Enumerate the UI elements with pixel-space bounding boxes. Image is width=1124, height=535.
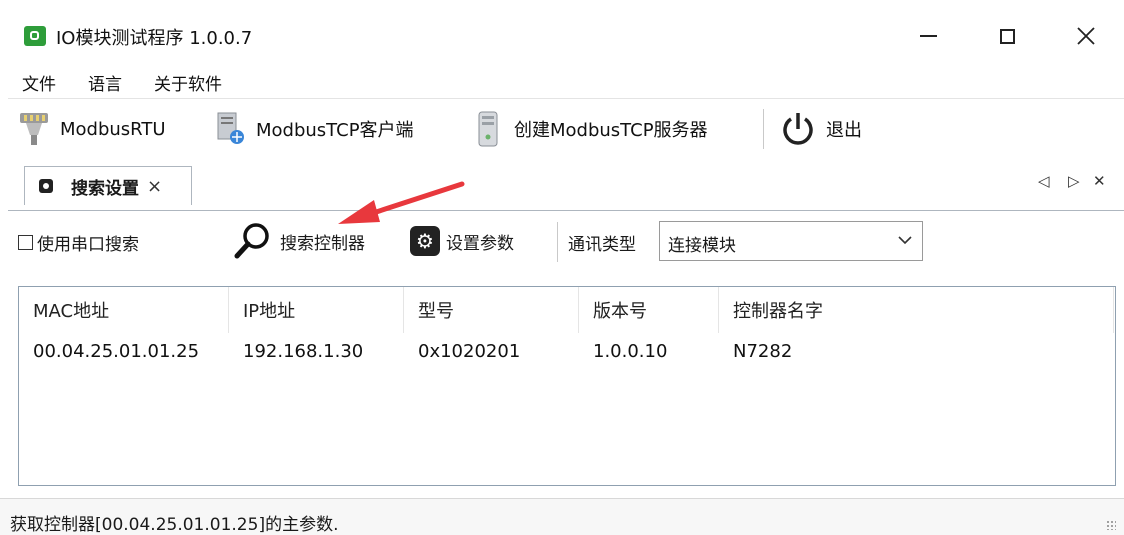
comm-type-label: 通讯类型 xyxy=(568,235,636,255)
settings-tab-icon xyxy=(39,179,53,193)
resize-grip-icon[interactable] xyxy=(1106,520,1116,530)
set-parameters-label: 设置参数 xyxy=(446,233,514,254)
column-header-name[interactable]: 控制器名字 xyxy=(719,287,1114,333)
column-header-version[interactable]: 版本号 xyxy=(579,287,719,333)
comm-type-value: 连接模块 xyxy=(668,236,736,256)
modbus-tcp-client-button[interactable]: ModbusTCP客户端 xyxy=(212,107,414,151)
maximize-button[interactable] xyxy=(977,14,1037,58)
annotation-arrow xyxy=(338,181,465,224)
search-icon xyxy=(234,223,269,259)
use-serial-checkbox[interactable] xyxy=(18,235,33,250)
gear-icon: ⚙ xyxy=(410,226,440,256)
minimize-button[interactable] xyxy=(898,14,958,58)
use-serial-label: 使用串口搜索 xyxy=(37,235,139,255)
minimize-icon xyxy=(919,35,937,37)
close-icon xyxy=(1077,27,1095,45)
menu-file[interactable]: 文件 xyxy=(22,70,56,95)
toolbar: ModbusRTU ModbusTCP客户端 创建ModbusTCP服务器 退出 xyxy=(8,98,1124,161)
search-separator xyxy=(557,222,558,262)
close-window-button[interactable] xyxy=(1056,14,1116,58)
tab-scroll-right-icon[interactable]: ▷ xyxy=(1068,172,1080,190)
toolbar-separator xyxy=(763,109,764,149)
tab-scroll-left-icon[interactable]: ◁ xyxy=(1038,172,1050,190)
modbus-tcp-client-label: ModbusTCP客户端 xyxy=(256,120,414,141)
cell-model: 0x1020201 xyxy=(418,340,521,362)
tab-underline xyxy=(8,210,1124,211)
app-icon xyxy=(24,26,46,46)
modbus-rtu-button[interactable]: ModbusRTU xyxy=(16,107,166,151)
column-header-model[interactable]: 型号 xyxy=(404,287,579,333)
tab-search-settings[interactable]: 搜索设置 × xyxy=(24,166,192,205)
cell-version: 1.0.0.10 xyxy=(593,340,668,362)
search-controller-label: 搜索控制器 xyxy=(280,233,365,254)
exit-button[interactable]: 退出 xyxy=(778,107,862,151)
list-header: MAC地址 IP地址 型号 版本号 控制器名字 xyxy=(19,287,1115,333)
app-window: IO模块测试程序 1.0.0.7 文件 语言 关于软件 ModbusRTU Mo… xyxy=(0,0,1124,535)
title-bar: IO模块测试程序 1.0.0.7 xyxy=(0,0,1124,62)
cell-name: N7282 xyxy=(733,340,793,362)
create-tcp-server-button[interactable]: 创建ModbusTCP服务器 xyxy=(470,107,708,151)
column-header-ip[interactable]: IP地址 xyxy=(229,287,404,333)
maximize-icon xyxy=(999,28,1015,44)
cell-ip: 192.168.1.30 xyxy=(243,340,364,362)
use-serial-checkbox-group[interactable]: 使用串口搜索 xyxy=(18,230,139,255)
status-bar: 获取控制器[00.04.25.01.01.25]的主参数. xyxy=(0,498,1124,535)
tab-close-all-icon[interactable]: ✕ xyxy=(1093,172,1106,190)
serial-connector-icon xyxy=(20,113,48,145)
table-row[interactable]: 00.04.25.01.01.25 192.168.1.30 0x1020201… xyxy=(19,333,1115,369)
cell-mac: 00.04.25.01.01.25 xyxy=(33,340,200,362)
tab-strip: 搜索设置 × ◁ ▷ ✕ xyxy=(0,160,1124,212)
modbus-rtu-label: ModbusRTU xyxy=(60,118,166,140)
exit-label: 退出 xyxy=(826,120,862,141)
server-icon xyxy=(478,111,498,147)
menu-language[interactable]: 语言 xyxy=(88,70,122,95)
tab-close-icon[interactable]: × xyxy=(147,176,162,197)
controller-list[interactable]: MAC地址 IP地址 型号 版本号 控制器名字 00.04.25.01.01.2… xyxy=(18,286,1116,486)
menu-about[interactable]: 关于软件 xyxy=(154,70,222,95)
window-title: IO模块测试程序 1.0.0.7 xyxy=(56,28,253,49)
tab-label: 搜索设置 xyxy=(71,178,139,199)
power-icon xyxy=(783,113,813,145)
column-header-mac[interactable]: MAC地址 xyxy=(19,287,229,333)
network-client-icon xyxy=(217,112,244,144)
create-tcp-server-label: 创建ModbusTCP服务器 xyxy=(514,120,708,141)
comm-type-select[interactable]: 连接模块 xyxy=(659,221,923,261)
status-text: 获取控制器[00.04.25.01.01.25]的主参数. xyxy=(10,515,339,535)
menu-bar: 文件 语言 关于软件 xyxy=(0,62,1124,96)
chevron-down-icon xyxy=(898,236,912,245)
search-toolbar: 使用串口搜索 搜索控制器 ⚙ 设置参数 通讯类型 连接模块 xyxy=(8,212,1124,270)
